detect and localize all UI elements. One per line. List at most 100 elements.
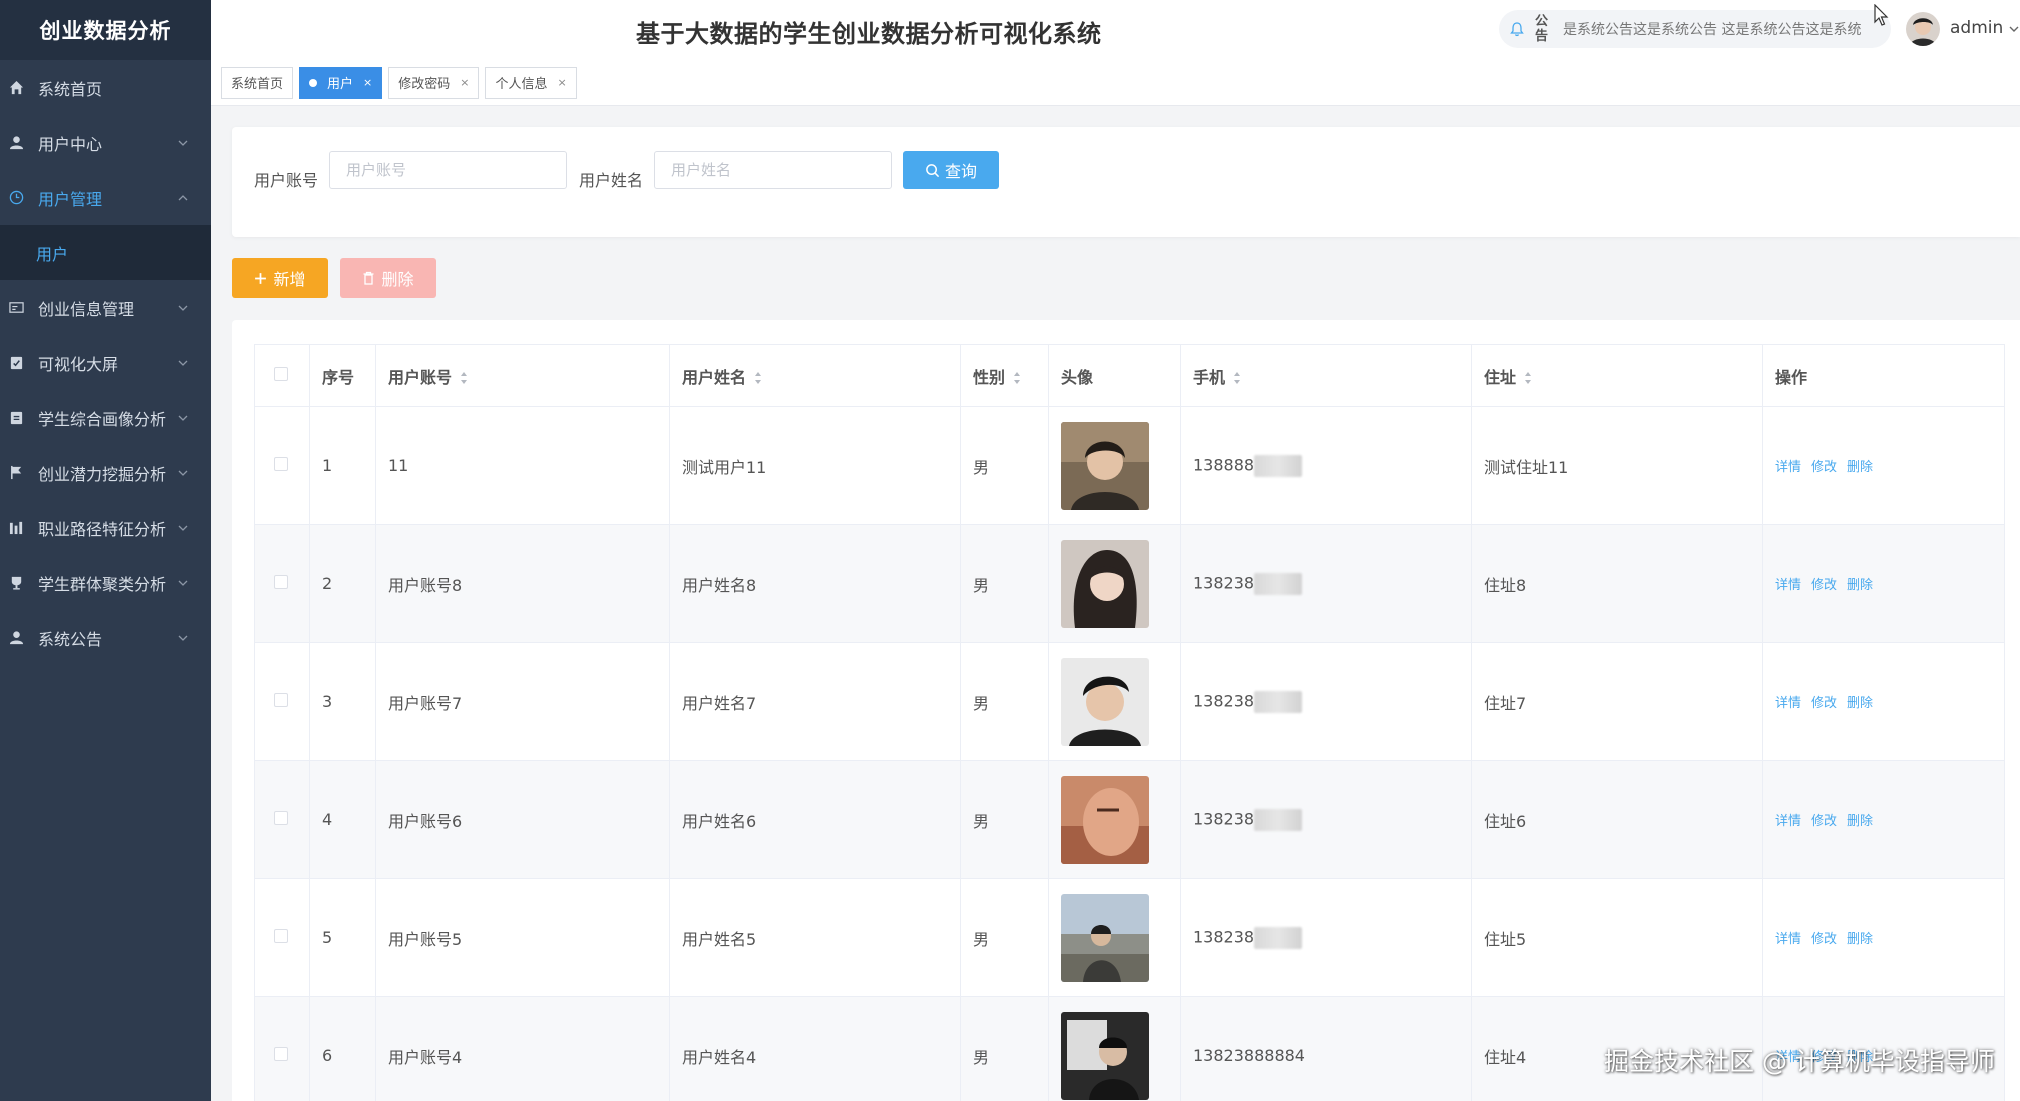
cell-name: 用户姓名5 <box>669 878 961 997</box>
cell-name: 用户姓名6 <box>669 760 961 879</box>
name-search-input[interactable] <box>654 151 892 189</box>
delete-link[interactable]: 删除 <box>1847 814 1873 829</box>
sidebar-item-dashboard[interactable]: 可视化大屏 <box>0 335 211 390</box>
row-checkbox[interactable] <box>274 1047 288 1061</box>
tab-label: 个人信息 <box>495 77 548 92</box>
header-label: 头像 <box>1061 367 1094 387</box>
cell-account: 11 <box>375 406 670 525</box>
sort-icon[interactable] <box>1013 371 1021 385</box>
trophy-icon <box>8 575 24 591</box>
cell-ops: 详情 修改 删除 <box>1762 642 2005 761</box>
column-header[interactable]: 用户账号 <box>375 344 670 407</box>
cell-address: 住址7 <box>1471 642 1763 761</box>
user-table: 序号 用户账号 用户姓名 性别 头像 手机 住址 操作 1 11 测试用户11 … <box>254 344 2005 1101</box>
detail-link[interactable]: 详情 <box>1775 932 1801 947</box>
add-button-label: 新增 <box>273 270 306 289</box>
detail-link[interactable]: 详情 <box>1775 460 1801 475</box>
edit-link[interactable]: 修改 <box>1811 696 1837 711</box>
tab-change-password[interactable]: 修改密码 × <box>388 66 480 99</box>
chevron-down-icon <box>178 305 188 311</box>
sidebar-item-cluster-analysis[interactable]: 学生群体聚类分析 <box>0 555 211 610</box>
row-checkbox[interactable] <box>274 457 288 471</box>
chevron-down-icon <box>178 470 188 476</box>
row-checkbox[interactable] <box>274 929 288 943</box>
sort-icon[interactable] <box>1524 371 1532 385</box>
header-label: 用户账号 <box>388 367 453 387</box>
chevron-down-icon <box>178 525 188 531</box>
sidebar-item-career-path[interactable]: 职业路径特征分析 <box>0 500 211 555</box>
flag-icon <box>8 465 24 481</box>
column-header[interactable]: 性别 <box>960 344 1049 407</box>
sidebar-item-student-portrait[interactable]: 学生综合画像分析 <box>0 390 211 445</box>
delete-button[interactable]: 删除 <box>340 258 436 298</box>
cell-gender: 男 <box>960 406 1049 525</box>
redacted-block <box>1254 926 1303 949</box>
column-header: 头像 <box>1048 344 1181 407</box>
sidebar-item-announcement[interactable]: 系统公告 <box>0 610 211 665</box>
chevron-down-icon[interactable] <box>2008 24 2020 34</box>
select-all-checkbox[interactable] <box>274 367 288 381</box>
delete-link[interactable]: 删除 <box>1847 578 1873 593</box>
detail-link[interactable]: 详情 <box>1775 578 1801 593</box>
cell-avatar <box>1048 642 1181 761</box>
query-button[interactable]: 查询 <box>903 151 999 189</box>
delete-link[interactable]: 删除 <box>1847 932 1873 947</box>
user-avatar[interactable] <box>1906 12 1940 46</box>
sort-icon[interactable] <box>754 371 762 385</box>
close-icon[interactable]: × <box>558 76 567 89</box>
home-icon <box>8 80 24 96</box>
sidebar-item-startup-info[interactable]: 创业信息管理 <box>0 280 211 335</box>
edit-link[interactable]: 修改 <box>1811 460 1837 475</box>
add-button[interactable]: 新增 <box>232 258 328 298</box>
header-label: 性别 <box>973 367 1006 387</box>
username[interactable]: admin <box>1950 18 2003 38</box>
tab-home[interactable]: 系统首页 <box>221 66 294 99</box>
trash-icon <box>363 271 374 285</box>
sidebar-item-home[interactable]: 系统首页 <box>0 60 211 115</box>
close-icon[interactable]: × <box>363 76 372 89</box>
tab-user[interactable]: 用户 × <box>299 66 383 99</box>
chevron-down-icon <box>178 140 188 146</box>
chevron-down-icon <box>178 415 188 421</box>
row-checkbox[interactable] <box>274 811 288 825</box>
sidebar-item-potential-mining[interactable]: 创业潜力挖掘分析 <box>0 445 211 500</box>
tab-profile[interactable]: 个人信息 × <box>485 66 577 99</box>
row-checkbox[interactable] <box>274 693 288 707</box>
column-header[interactable]: 用户姓名 <box>669 344 961 407</box>
avatar <box>1061 657 1149 746</box>
edit-link[interactable]: 修改 <box>1811 578 1837 593</box>
cell-gender: 男 <box>960 524 1049 643</box>
cell-no: 5 <box>309 878 376 997</box>
column-header[interactable]: 住址 <box>1471 344 1763 407</box>
sort-icon[interactable] <box>460 371 468 385</box>
edit-link[interactable]: 修改 <box>1811 814 1837 829</box>
detail-link[interactable]: 详情 <box>1775 814 1801 829</box>
close-icon[interactable]: × <box>460 76 469 89</box>
header-label: 序号 <box>322 367 355 387</box>
sidebar: 创业数据分析 系统首页 用户中心 用户管理 用户 创业信息管理 可视化大屏 学生… <box>0 0 211 1101</box>
detail-link[interactable]: 详情 <box>1775 696 1801 711</box>
delete-link[interactable]: 删除 <box>1847 696 1873 711</box>
table-panel: 序号 用户账号 用户姓名 性别 头像 手机 住址 操作 1 11 测试用户11 … <box>232 320 2020 1101</box>
edit-link[interactable]: 修改 <box>1811 932 1837 947</box>
column-header: 操作 <box>1762 344 2005 407</box>
card-icon <box>8 300 24 316</box>
phone-text: 138888 <box>1193 455 1255 474</box>
cell-ops: 详情 修改 删除 <box>1762 760 2005 879</box>
chevron-up-icon <box>178 194 188 200</box>
sidebar-item-user-center[interactable]: 用户中心 <box>0 115 211 170</box>
phone-text: 13823888884 <box>1193 1046 1305 1065</box>
sidebar-item-user-management[interactable]: 用户管理 <box>0 170 211 225</box>
cell-address: 住址6 <box>1471 760 1763 879</box>
announcement-ticker[interactable]: 公告 是系统公告这是系统公告 这是系统公告这是系统 <box>1499 10 1891 48</box>
delete-link[interactable]: 删除 <box>1847 460 1873 475</box>
sidebar-subitem-user[interactable]: 用户 <box>0 225 211 280</box>
cell-gender: 男 <box>960 642 1049 761</box>
cell-no: 4 <box>309 760 376 879</box>
column-header[interactable]: 手机 <box>1180 344 1472 407</box>
cell-gender: 男 <box>960 996 1049 1101</box>
sort-icon[interactable] <box>1233 371 1241 385</box>
row-checkbox[interactable] <box>274 575 288 589</box>
account-search-input[interactable] <box>329 151 567 189</box>
cell-no: 6 <box>309 996 376 1101</box>
